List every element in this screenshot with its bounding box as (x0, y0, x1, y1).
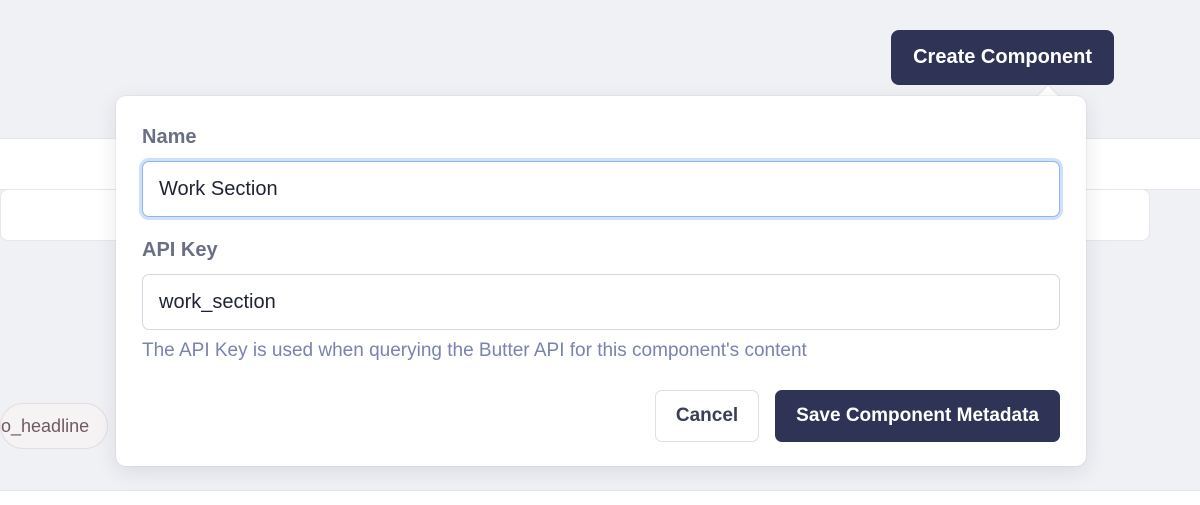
create-component-button[interactable]: Create Component (891, 30, 1114, 85)
create-component-popover: Name API Key The API Key is used when qu… (116, 96, 1086, 466)
create-component-button-label: Create Component (913, 46, 1092, 68)
background-field-pill: o_headline (0, 403, 108, 449)
cancel-button-label: Cancel (676, 405, 738, 426)
save-component-metadata-button[interactable]: Save Component Metadata (775, 390, 1060, 442)
apikey-label: API Key (142, 239, 1060, 262)
name-label: Name (142, 126, 1060, 149)
popover-button-row: Cancel Save Component Metadata (142, 390, 1060, 442)
apikey-field-group: API Key (142, 239, 1060, 330)
cancel-button[interactable]: Cancel (655, 390, 759, 442)
name-input[interactable] (142, 161, 1060, 217)
name-field-group: Name (142, 126, 1060, 217)
save-button-label: Save Component Metadata (796, 405, 1039, 426)
apikey-helper-text: The API Key is used when querying the Bu… (142, 340, 1060, 362)
apikey-input[interactable] (142, 274, 1060, 330)
background-row (0, 490, 1200, 505)
background-field-pill-label: o_headline (1, 416, 89, 437)
